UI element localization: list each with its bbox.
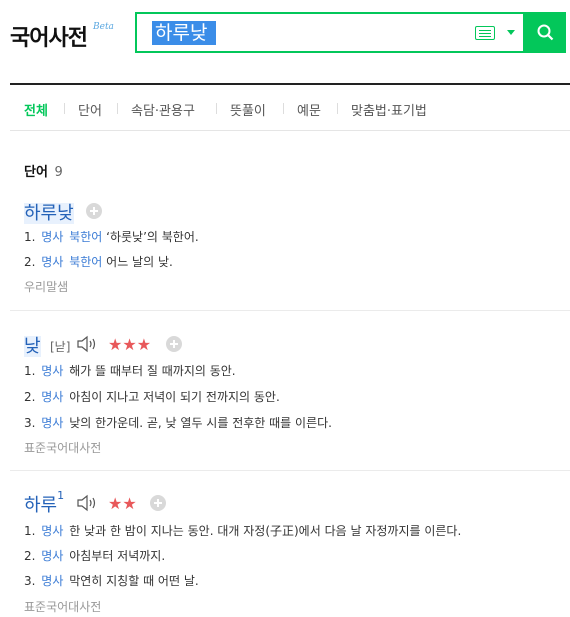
tab-spelling[interactable]: 맞춤법·표기법 xyxy=(351,100,427,119)
definition-item: 1. 명사 한 낮과 한 밤이 지나는 동안. 대개 자정(子正)에서 다음 날… xyxy=(24,524,462,538)
speaker-icon[interactable] xyxy=(76,335,100,353)
entry-headword[interactable]: 하루1 xyxy=(24,489,64,517)
tab-meanings[interactable]: 뜻풀이 xyxy=(230,100,266,119)
importance-stars: ★★★ xyxy=(108,335,152,354)
entry-source[interactable]: 표준국어대사전 xyxy=(24,598,101,615)
entry-divider xyxy=(10,310,570,311)
tab-idioms[interactable]: 속담·관용구 xyxy=(131,100,195,119)
section-title-label: 단어 xyxy=(24,165,48,180)
tab-separator xyxy=(64,103,65,114)
tab-separator xyxy=(216,103,217,114)
definition-item: 1. 명사 해가 뜰 때부터 질 때까지의 동안. xyxy=(24,364,236,378)
entry-source[interactable]: 표준국어대사전 xyxy=(24,439,101,456)
importance-stars: ★★ xyxy=(108,494,137,513)
entry-headword[interactable]: 낮 xyxy=(24,332,41,358)
search-icon xyxy=(537,24,554,41)
entry-haru-nat: 하루낮 1. 명사 북한어 ‘하룻낮’의 북한어. 2. 명사 북한어 어느 날… xyxy=(24,199,570,299)
entry-haru: 하루1 ★★ 1. 명사 한 낮과 한 밤이 지나는 동안. 대개 자정(子正)… xyxy=(24,489,570,617)
definition-item: 3. 명사 낮의 한가운데. 곧, 낮 열두 시를 전후한 때를 이른다. xyxy=(24,416,332,430)
tab-examples[interactable]: 예문 xyxy=(297,100,321,119)
entry-pronunciation: [낟] xyxy=(50,340,71,354)
tab-all[interactable]: 전체 xyxy=(24,100,48,119)
header: 국어사전 Beta xyxy=(0,0,570,84)
tab-separator xyxy=(283,103,284,114)
tab-separator xyxy=(337,103,338,114)
section-count: 9 xyxy=(54,165,63,180)
tab-bar: 전체 단어 속담·관용구 뜻풀이 예문 맞춤법·표기법 xyxy=(10,85,570,131)
beta-label: Beta xyxy=(93,22,114,32)
section-title: 단어 9 xyxy=(24,161,63,180)
add-icon[interactable] xyxy=(86,203,102,219)
entry-source[interactable]: 우리말샘 xyxy=(24,278,68,295)
logo[interactable]: 국어사전 xyxy=(10,20,88,52)
chevron-down-icon[interactable] xyxy=(507,30,515,35)
entry-headword[interactable]: 하루낮 xyxy=(24,199,74,225)
speaker-icon[interactable] xyxy=(76,494,100,512)
entry-divider xyxy=(10,470,570,471)
definition-item: 2. 명사 아침부터 저녁까지. xyxy=(24,549,166,563)
search-input[interactable] xyxy=(152,21,216,45)
tab-words[interactable]: 단어 xyxy=(78,100,102,119)
definition-item: 2. 명사 북한어 어느 날의 낮. xyxy=(24,255,173,269)
definition-item: 3. 명사 막연히 지칭할 때 어떤 날. xyxy=(24,574,199,588)
definition-item: 2. 명사 아침이 지나고 저녁이 되기 전까지의 동안. xyxy=(24,390,280,404)
add-icon[interactable] xyxy=(166,336,182,352)
tab-separator xyxy=(117,103,118,114)
search-button[interactable] xyxy=(525,12,566,53)
add-icon[interactable] xyxy=(150,495,166,511)
definition-item: 1. 명사 북한어 ‘하룻낮’의 북한어. xyxy=(24,230,199,244)
search-box xyxy=(135,12,525,53)
entry-nat: 낮 [낟] ★★★ 1. 명사 해가 뜰 때부터 질 때까지의 동안. 2. 명… xyxy=(24,332,570,462)
keyboard-icon[interactable] xyxy=(475,26,495,40)
